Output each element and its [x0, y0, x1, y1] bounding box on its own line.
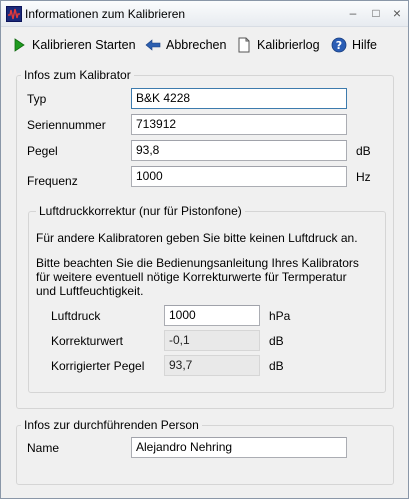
air-pressure-input[interactable]: 1000 — [164, 305, 260, 326]
start-calibration-label: Kalibrieren Starten — [32, 38, 136, 52]
window-title: Informationen zum Kalibrieren — [25, 7, 186, 21]
correction-unit: dB — [269, 334, 284, 348]
document-icon — [236, 37, 252, 53]
frequency-label: Frequenz — [27, 174, 78, 188]
corrected-level-label: Korrigierter Pegel — [51, 359, 145, 373]
type-label: Typ — [27, 92, 47, 106]
help-icon: ? — [331, 37, 347, 53]
cancel-label: Abbrechen — [166, 38, 227, 52]
frequency-unit: Hz — [356, 170, 371, 184]
air-pressure-label: Luftdruck — [51, 309, 101, 323]
correction-label: Korrekturwert — [51, 334, 124, 348]
name-label: Name — [27, 441, 60, 455]
calibrator-group-title: Infos zum Kalibrator — [21, 68, 134, 82]
help-button[interactable]: ? Hilfe — [331, 36, 377, 54]
person-group-title: Infos zur durchführenden Person — [21, 418, 202, 432]
start-calibration-button[interactable]: Kalibrieren Starten — [11, 36, 136, 54]
manual-note-line-1: Bitte beachten Sie die Bedienungsanleitu… — [36, 256, 359, 270]
serial-number-input[interactable]: 713912 — [131, 114, 347, 135]
corrected-level-value: 93,7 — [164, 355, 260, 376]
calibration-log-label: Kalibrierlog — [257, 38, 320, 52]
corrected-level-unit: dB — [269, 359, 284, 373]
frequency-input[interactable]: 1000 — [131, 166, 347, 187]
help-label: Hilfe — [352, 38, 378, 52]
toolbar: Kalibrieren Starten Abbrechen Kalibrierl… — [1, 28, 408, 62]
calibration-log-button[interactable]: Kalibrierlog — [236, 36, 320, 54]
app-waveform-icon — [6, 6, 22, 22]
level-label: Pegel — [27, 144, 58, 158]
minimize-button[interactable]: – — [344, 5, 362, 21]
calibration-window: Informationen zum Kalibrieren – □ × Kali… — [0, 0, 409, 499]
manual-note-line-2: für weitere eventuell nötige Korrekturwe… — [36, 270, 347, 284]
serial-number-label: Seriennummer — [27, 118, 106, 132]
level-unit: dB — [356, 144, 371, 158]
name-input[interactable]: Alejandro Nehring — [131, 437, 347, 458]
close-button[interactable]: × — [388, 5, 406, 21]
cancel-button[interactable]: Abbrechen — [145, 36, 226, 54]
play-icon — [11, 37, 27, 53]
manual-note-line-3: und Luftfeuchtigkeit. — [36, 284, 144, 298]
air-pressure-unit: hPa — [269, 309, 291, 323]
maximize-button[interactable]: □ — [367, 5, 385, 21]
arrow-left-icon — [145, 37, 161, 53]
correction-value: -0,1 — [164, 330, 260, 351]
svg-text:?: ? — [336, 39, 342, 52]
level-input[interactable]: 93,8 — [131, 140, 347, 161]
type-input[interactable]: B&K 4228 — [131, 88, 347, 109]
air-pressure-group-title: Luftdruckkorrektur (nur für Pistonfone) — [36, 204, 245, 218]
other-calibrators-note: Für andere Kalibratoren geben Sie bitte … — [36, 231, 358, 245]
title-bar[interactable]: Informationen zum Kalibrieren – □ × — [1, 1, 408, 27]
